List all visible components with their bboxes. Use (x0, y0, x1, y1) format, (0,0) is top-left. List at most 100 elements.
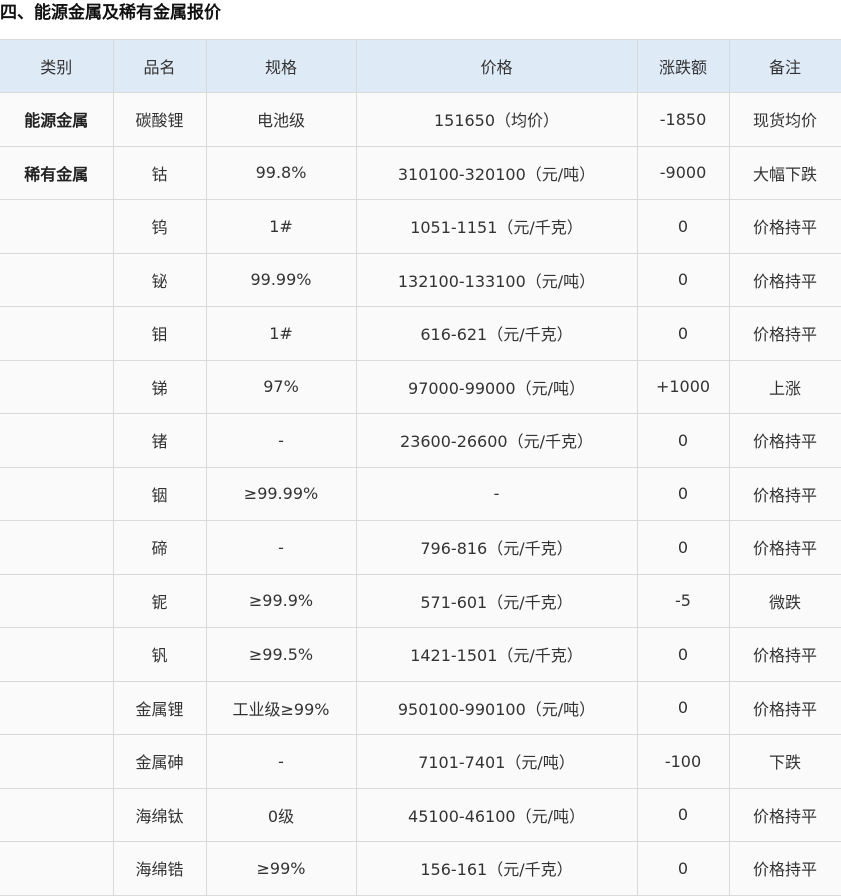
cell-price: 950100-990100（元/吨） (355, 680, 638, 735)
cell-change: -5 (636, 573, 730, 628)
cell-change: 0 (636, 466, 730, 521)
cell-product: 金属锂 (112, 680, 207, 735)
cell-category (0, 680, 114, 735)
cell-category (0, 520, 114, 575)
cell-category (0, 359, 114, 414)
cell-price: 23600-26600（元/千克） (355, 413, 638, 468)
cell-change: -1850 (636, 92, 730, 147)
cell-category: 稀有金属 (0, 145, 114, 200)
cell-change: 0 (636, 199, 730, 254)
cell-note: 下跌 (728, 734, 841, 789)
price-table: 类别 品名 规格 价格 涨跌额 备注 能源金属 碳酸锂 电池级 151650（均价） -… (0, 39, 841, 896)
header-price: 价格 (355, 39, 638, 93)
cell-category: 能源金属 (0, 92, 114, 147)
cell-category (0, 841, 114, 896)
title-gap (0, 26, 841, 39)
cell-price: 97000-99000（元/吨） (355, 359, 638, 414)
cell-note: 价格持平 (728, 413, 841, 468)
table-body: 能源金属 碳酸锂 电池级 151650（均价） -1850 现货均价 稀有金属钴 99.8% 3… (0, 92, 841, 896)
cell-note: 大幅下跌 (728, 145, 841, 200)
cell-product: 碲 (112, 520, 207, 575)
table-row: 锑 97% 97000-99000（元/吨） +1000 上涨 (0, 359, 841, 414)
cell-spec: 0级 (205, 787, 357, 842)
cell-category (0, 787, 114, 842)
cell-change: 0 (636, 252, 730, 307)
header-product: 品名 (112, 39, 207, 93)
cell-spec: ≥99.99% (205, 466, 357, 521)
cell-change: 0 (636, 841, 730, 896)
cell-change: 0 (636, 627, 730, 682)
table-row: 稀有金属钴 99.8% 310100-320100（元/吨） -9000 大幅下跌 (0, 145, 841, 200)
cell-category (0, 466, 114, 521)
cell-change: -100 (636, 734, 730, 789)
cell-spec: ≥99% (205, 841, 357, 896)
table-row: 铟 ≥99.99% -0 价格持平 (0, 466, 841, 521)
cell-spec: ≥99.9% (205, 573, 357, 628)
cell-note: 价格持平 (728, 252, 841, 307)
cell-note: 价格持平 (728, 841, 841, 896)
table-row: 锗 -23600-26600（元/千克） 0 价格持平 (0, 413, 841, 468)
cell-price: 571-601（元/千克） (355, 573, 638, 628)
cell-product: 钒 (112, 627, 207, 682)
cell-price: - (355, 466, 638, 521)
cell-product: 铌 (112, 573, 207, 628)
cell-category (0, 627, 114, 682)
cell-spec: - (205, 413, 357, 468)
cell-spec: 99.99% (205, 252, 357, 307)
cell-product: 金属砷 (112, 734, 207, 789)
table-row: 钒 ≥99.5% 1421-1501（元/千克） 0 价格持平 (0, 627, 841, 682)
section-title: 四、能源金属及稀有金属报价 (0, 3, 221, 23)
table-header-row: 类别 品名 规格 价格 涨跌额 备注 (0, 39, 841, 93)
cell-category (0, 306, 114, 361)
table-row: 钨 1# 1051-1151（元/千克） 0 价格持平 (0, 199, 841, 254)
table-row: 钼 1# 616-621（元/千克） 0 价格持平 (0, 306, 841, 361)
table-row: 海绵锆 ≥99% 156-161（元/千克） 0 价格持平 (0, 841, 841, 896)
cell-change: 0 (636, 413, 730, 468)
table-row: 铋 99.99% 132100-133100（元/吨） 0 价格持平 (0, 252, 841, 307)
cell-note: 价格持平 (728, 627, 841, 682)
cell-spec: 电池级 (205, 92, 357, 147)
cell-category (0, 252, 114, 307)
table-row: 金属锂 工业级≥99% 950100-990100（元/吨） 0 价格持平 (0, 680, 841, 735)
cell-category (0, 199, 114, 254)
table-row: 金属砷 -7101-7401（元/吨） -100 下跌 (0, 734, 841, 789)
cell-spec: 99.8% (205, 145, 357, 200)
header-category: 类别 (0, 39, 114, 93)
cell-product: 钼 (112, 306, 207, 361)
cell-product: 锗 (112, 413, 207, 468)
cell-product: 铋 (112, 252, 207, 307)
cell-product: 锑 (112, 359, 207, 414)
cell-note: 价格持平 (728, 306, 841, 361)
cell-product: 海绵锆 (112, 841, 207, 896)
cell-price: 796-816（元/千克） (355, 520, 638, 575)
table-row: 碲 -796-816（元/千克） 0 价格持平 (0, 520, 841, 575)
cell-change: 0 (636, 306, 730, 361)
table-row: 能源金属 碳酸锂 电池级 151650（均价） -1850 现货均价 (0, 92, 841, 147)
cell-change: 0 (636, 520, 730, 575)
cell-category (0, 734, 114, 789)
cell-note: 价格持平 (728, 466, 841, 521)
header-spec: 规格 (205, 39, 357, 93)
cell-price: 156-161（元/千克） (355, 841, 638, 896)
table-row: 铌 ≥99.9% 571-601（元/千克） -5 微跌 (0, 573, 841, 628)
cell-note: 上涨 (728, 359, 841, 414)
cell-note: 微跌 (728, 573, 841, 628)
cell-spec: 97% (205, 359, 357, 414)
cell-spec: 1# (205, 199, 357, 254)
cell-price: 310100-320100（元/吨） (355, 145, 638, 200)
cell-change: +1000 (636, 359, 730, 414)
cell-note: 现货均价 (728, 92, 841, 147)
cell-spec: ≥99.5% (205, 627, 357, 682)
cell-product: 海绵钛 (112, 787, 207, 842)
cell-price: 1421-1501（元/千克） (355, 627, 638, 682)
cell-note: 价格持平 (728, 680, 841, 735)
title-bar: 四、能源金属及稀有金属报价 (0, 0, 841, 26)
header-note: 备注 (728, 39, 841, 93)
cell-spec: 1# (205, 306, 357, 361)
cell-spec: - (205, 734, 357, 789)
cell-price: 45100-46100（元/吨） (355, 787, 638, 842)
cell-price: 7101-7401（元/吨） (355, 734, 638, 789)
cell-category (0, 573, 114, 628)
cell-product: 钴 (112, 145, 207, 200)
cell-product: 铟 (112, 466, 207, 521)
